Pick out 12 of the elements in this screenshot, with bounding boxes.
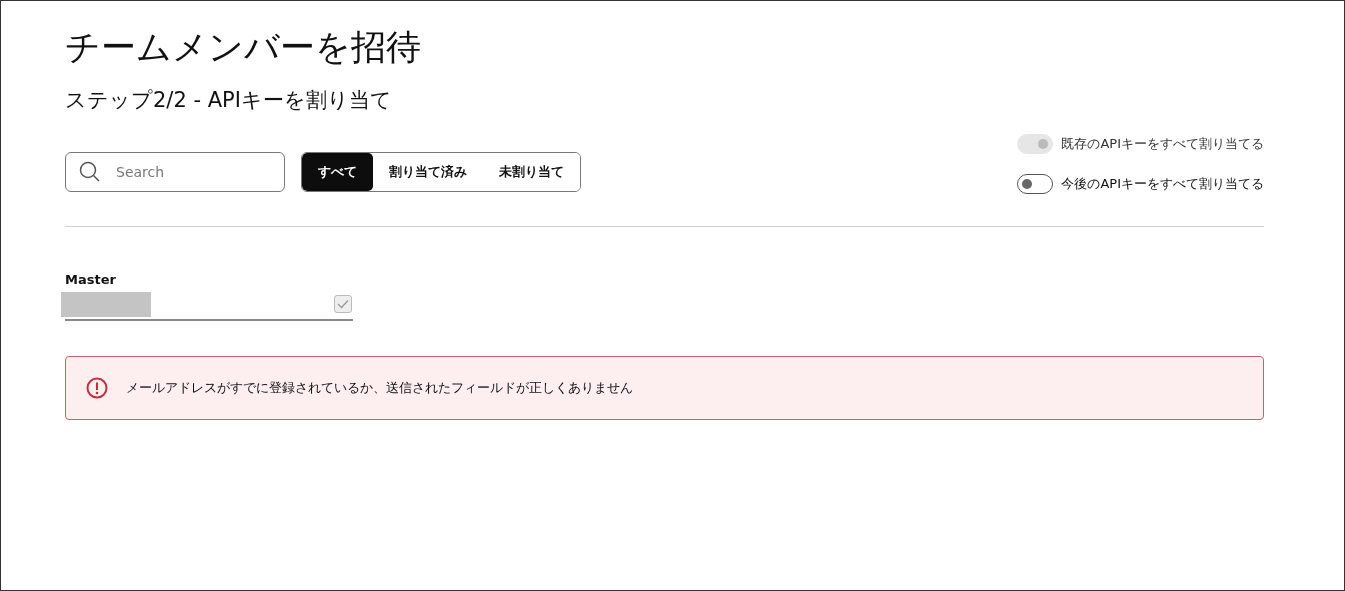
error-message: メールアドレスがすでに登録されているか、送信されたフィールドが正しくありません — [126, 379, 633, 397]
page-title: チームメンバーを招待 — [65, 26, 422, 69]
error-icon — [86, 377, 108, 399]
filter-tab[interactable]: すべて — [302, 153, 373, 191]
search-icon — [79, 161, 101, 183]
toggle-label: 既存のAPIキーをすべて割り当てる — [1061, 135, 1264, 153]
key-label: Master — [65, 272, 117, 287]
step-subtitle: ステップ2/2 - APIキーを割り当て — [65, 87, 393, 114]
checkmark-icon — [337, 299, 349, 309]
toggle-label: 今後のAPIキーをすべて割り当てる — [1061, 175, 1264, 193]
toggle-switch[interactable] — [1017, 174, 1054, 194]
search-field[interactable]: Search — [65, 152, 285, 192]
